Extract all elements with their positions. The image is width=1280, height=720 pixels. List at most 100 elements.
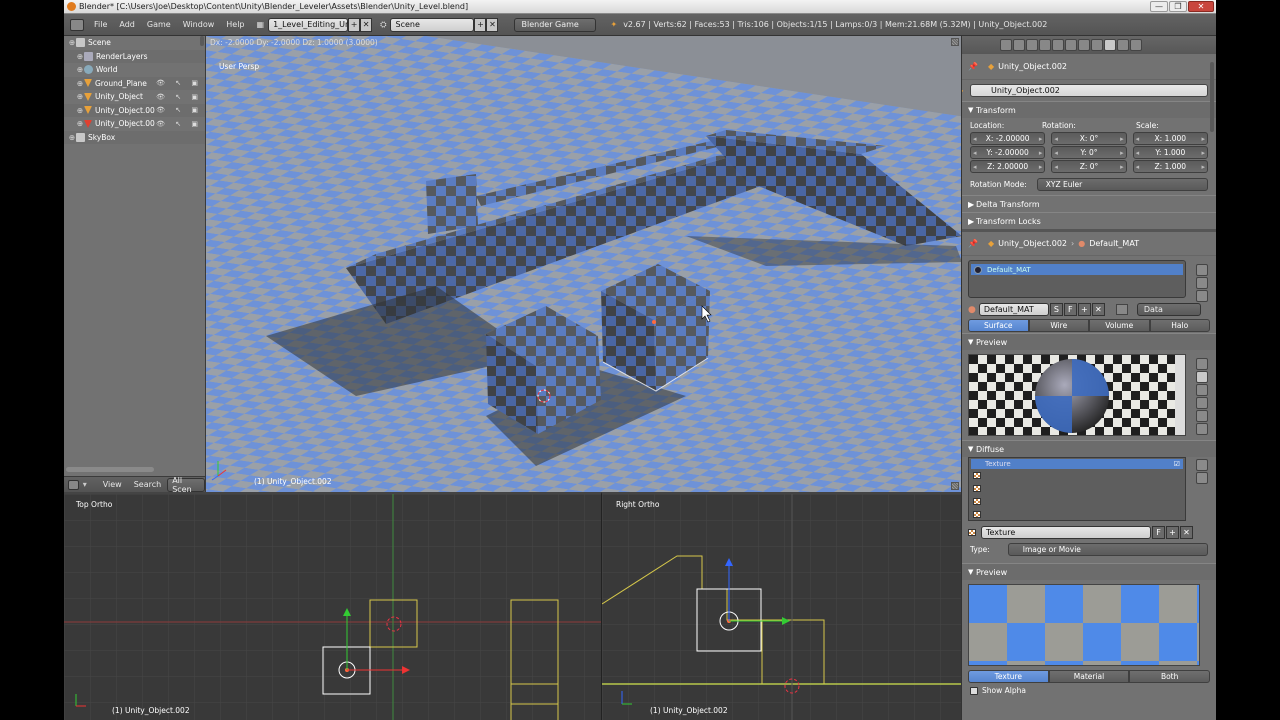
area-split-handle-icon[interactable] [951,38,959,46]
outliner-item[interactable]: ⊕ SkyBox [64,130,205,144]
outliner-item[interactable]: ⊕ Unity_Object.00 👁 ↖ ▣ [64,117,205,131]
physics-tab-icon[interactable] [1130,39,1142,51]
wire-tab[interactable]: Wire [1028,319,1089,332]
scene-field[interactable]: Scene [390,17,475,32]
material-users-button[interactable]: S [1049,303,1063,316]
outliner-item[interactable]: ⊕ RenderLayers [64,49,205,63]
add-layout-button[interactable]: + [348,17,361,32]
preview-world-icon[interactable] [1196,423,1208,435]
texture-slot-empty-icon[interactable] [973,498,981,505]
material-slot-item[interactable]: Default_MAT [971,264,1183,275]
preview-panel-header[interactable]: ▼ Preview [962,333,1216,350]
layout-icon[interactable]: ▦ [257,20,265,29]
new-material-button[interactable]: + [1077,303,1091,316]
halo-tab[interactable]: Halo [1149,319,1210,332]
preview-hair-icon[interactable] [1196,410,1208,422]
texture-slot-empty-icon[interactable] [973,485,981,492]
fake-user-button[interactable]: F [1063,303,1077,316]
outliner-item[interactable]: ⊕ Ground_Plane 👁 ↖ ▣ [64,76,205,90]
expand-icon[interactable]: ⊕ [76,52,84,61]
volume-tab[interactable]: Volume [1089,319,1150,332]
expand-icon[interactable]: ⊕ [76,106,84,115]
remove-layout-button[interactable]: ✕ [360,17,373,32]
world-tab-icon[interactable] [1039,39,1051,51]
preview-cube-icon[interactable] [1196,384,1208,396]
expand-icon[interactable]: ⊕ [76,65,84,74]
layers-tab-icon[interactable] [1013,39,1025,51]
editor-type-icon[interactable] [68,479,79,490]
both-preview-tab[interactable]: Both [1129,670,1211,683]
rotation-x-field[interactable]: X: 0° [1051,132,1127,145]
viewport-top-ortho[interactable]: Top Ortho (1) Unity_Object.002 [64,492,601,720]
texture-fake-user-button[interactable]: F [1152,526,1165,539]
outliner-filter-dropdown[interactable]: All Scen [167,476,205,494]
texture-name-field[interactable]: Texture [981,526,1151,539]
texture-slots-list[interactable]: Texture ☑ [968,457,1186,521]
scene-tab-icon[interactable] [1026,39,1038,51]
menu-game[interactable]: Game [141,20,177,29]
remove-scene-button[interactable]: ✕ [486,17,499,32]
visibility-toggles-icon[interactable]: 👁 ↖ ▣ [156,79,202,87]
unlink-material-button[interactable]: ✕ [1091,303,1105,316]
rotation-z-field[interactable]: Z: 0° [1051,160,1127,173]
viewport-right-ortho[interactable]: Right Ortho (1) Unity_Object.002 [601,492,961,720]
new-texture-button[interactable]: + [1166,526,1179,539]
modifiers-tab-icon[interactable] [1078,39,1090,51]
viewport-3d[interactable]: Dx: -2.0000 Dy: -2.0000 Dz: 1.0000 (3.00… [205,36,961,492]
texture-preview-panel-header[interactable]: ▼ Preview [962,563,1216,580]
menu-help[interactable]: Help [220,20,250,29]
maximize-button[interactable]: ❐ [1169,1,1187,12]
preview-flat-icon[interactable] [1196,358,1208,370]
expand-icon[interactable]: ⊕ [68,38,76,47]
data-tab-icon[interactable] [1091,39,1103,51]
close-button[interactable]: ✕ [1188,1,1214,12]
material-tab-icon[interactable] [1104,39,1116,51]
rotation-mode-dropdown[interactable]: XYZ Euler [1036,178,1208,191]
visibility-toggles-icon[interactable]: 👁 ↖ ▣ [156,93,202,101]
remove-slot-button[interactable] [1196,277,1208,289]
object-name-field[interactable]: ◆ Unity_Object.002 [962,84,1208,97]
texture-slot-empty-icon[interactable] [973,472,981,479]
outliner-hscrollbar[interactable] [66,467,154,472]
texture-preview-tab[interactable]: Texture [968,670,1049,683]
rotation-y-field[interactable]: Y: 0° [1051,146,1127,159]
material-preview-tab[interactable]: Material [1048,670,1130,683]
link-dropdown[interactable]: Data [1136,303,1201,316]
checkbox-icon[interactable] [970,686,978,695]
location-y-field[interactable]: Y: -2.00000 [970,146,1046,159]
diffuse-panel-header[interactable]: ▼ Diffuse [962,440,1216,457]
layout-field[interactable]: 1_Level_Editing_Unity [268,17,360,32]
editor-type-icon[interactable] [70,18,84,31]
pin-icon[interactable]: 📌 [968,62,978,71]
surface-tab[interactable]: Surface [968,319,1029,332]
preview-sphere-icon[interactable] [1196,371,1208,383]
checkbox-icon[interactable]: ☑ [1174,460,1180,468]
material-slots-list[interactable]: Default_MAT [968,260,1186,298]
menu-file[interactable]: File [88,20,113,29]
menu-window[interactable]: Window [177,20,221,29]
material-name-field[interactable]: Default_MAT [978,303,1049,316]
outliner-item[interactable]: ⊕ World [64,63,205,77]
transform-locks-panel-header[interactable]: ▶ Transform Locks [962,212,1216,229]
render-engine-dropdown[interactable]: Blender Game [514,17,597,32]
unlink-texture-button[interactable]: ✕ [1180,526,1193,539]
chevron-icon[interactable]: ▾ [83,480,87,489]
area-split-handle-icon[interactable] [951,482,959,490]
outliner-item[interactable]: ⊕ Unity_Object.00 👁 ↖ ▣ [64,103,205,117]
delta-transform-panel-header[interactable]: ▶ Delta Transform [962,195,1216,212]
texture-slot-empty-icon[interactable] [973,511,981,518]
pin-icon[interactable]: 📌 [968,239,978,248]
transform-panel-header[interactable]: ▼ Transform [962,101,1216,118]
outliner-item[interactable]: ⊕ Scene [64,36,205,50]
location-z-field[interactable]: Z: 2.00000 [970,160,1046,173]
expand-icon[interactable]: ⊕ [68,133,76,142]
scale-z-field[interactable]: Z: 1.000 [1132,160,1208,173]
expand-icon[interactable]: ⊕ [76,92,84,101]
browse-link-icon[interactable] [1115,304,1128,315]
add-scene-button[interactable]: + [474,17,487,32]
expand-icon[interactable]: ⊕ [76,119,84,128]
visibility-toggles-icon[interactable]: 👁 ↖ ▣ [156,120,202,128]
object-tab-icon[interactable] [1052,39,1064,51]
texture-slot-item[interactable]: Texture ☑ [971,459,1183,469]
outliner-item[interactable]: ⊕ Unity_Object 👁 ↖ ▣ [64,90,205,104]
